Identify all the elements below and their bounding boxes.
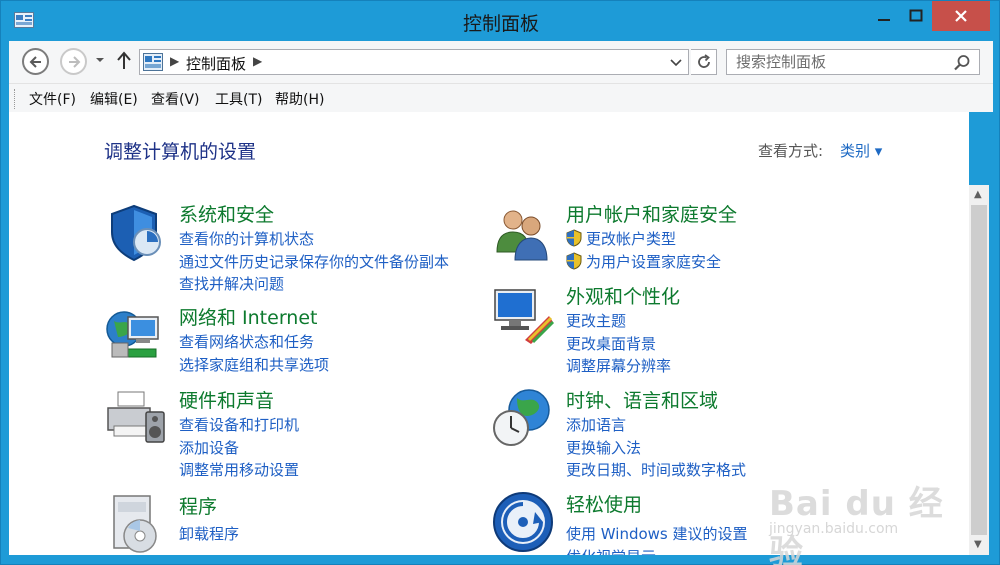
arrow-left-icon	[29, 55, 41, 68]
category-title-ease-of-access[interactable]: 轻松使用	[566, 490, 642, 517]
baidu-jingyan-watermark: Bai du 经验 jingyan.baidu.com	[761, 458, 961, 565]
link-family-safety[interactable]: 为用户设置家庭安全	[566, 251, 721, 272]
link-change-account-type-label: 更改帐户类型	[586, 230, 677, 248]
link-devices-printers[interactable]: 查看设备和打印机	[179, 414, 299, 435]
category-title-user-accounts[interactable]: 用户帐户和家庭安全	[566, 200, 737, 227]
ease-of-access-icon[interactable]	[491, 490, 555, 554]
link-homegroup-sharing[interactable]: 选择家庭组和共享选项	[179, 354, 329, 375]
navigation-bar: ▶ 控制面板 ▶	[9, 41, 993, 83]
link-desktop-background[interactable]: 更改桌面背景	[566, 333, 656, 354]
up-arrow-icon[interactable]	[116, 51, 132, 71]
category-title-system-security[interactable]: 系统和安全	[179, 200, 274, 227]
view-by-dropdown[interactable]: 类别 ▾	[840, 140, 882, 161]
breadcrumb-separator-icon[interactable]: ▶	[170, 54, 179, 68]
link-date-time-format[interactable]: 更改日期、时间或数字格式	[566, 459, 746, 480]
title-bar[interactable]: 控制面板	[1, 1, 1000, 39]
link-network-status[interactable]: 查看网络状态和任务	[179, 331, 314, 352]
search-input[interactable]	[736, 51, 946, 73]
uac-shield-icon	[566, 229, 582, 247]
maximize-icon	[909, 9, 923, 22]
link-change-account-type[interactable]: 更改帐户类型	[566, 228, 676, 249]
link-add-device[interactable]: 添加设备	[179, 437, 239, 458]
link-change-input-method[interactable]: 更换输入法	[566, 437, 641, 458]
network-globe-icon[interactable]	[104, 303, 168, 367]
link-change-theme[interactable]: 更改主题	[566, 310, 626, 331]
page-heading: 调整计算机的设置	[104, 141, 257, 163]
address-bar[interactable]: ▶ 控制面板 ▶	[139, 49, 689, 75]
menu-edit[interactable]: 编辑(E)	[90, 89, 138, 109]
link-windows-recommended-settings[interactable]: 使用 Windows 建议的设置	[566, 523, 748, 544]
forward-button[interactable]	[60, 48, 87, 75]
search-icon[interactable]	[953, 54, 971, 72]
monitor-palette-icon[interactable]	[491, 282, 555, 346]
breadcrumb-separator-icon[interactable]: ▶	[253, 54, 262, 68]
category-title-clock-region[interactable]: 时钟、语言和区域	[566, 386, 718, 413]
users-icon[interactable]	[491, 200, 555, 264]
scrollbar-thumb[interactable]	[971, 205, 987, 535]
link-optimize-visual-display[interactable]: 优化视觉显示	[566, 546, 656, 555]
clock-globe-icon[interactable]	[491, 386, 555, 450]
refresh-icon	[697, 54, 710, 68]
link-mobility-settings[interactable]: 调整常用移动设置	[179, 459, 299, 480]
watermark-url: jingyan.baidu.com	[769, 521, 899, 537]
category-title-network-internet[interactable]: 网络和 Internet	[179, 303, 317, 330]
shield-security-icon[interactable]	[104, 200, 168, 264]
recent-pages-chevron-icon[interactable]	[95, 55, 105, 65]
category-title-programs[interactable]: 程序	[179, 492, 217, 519]
link-family-safety-label: 为用户设置家庭安全	[586, 253, 722, 271]
control-panel-window: 控制面板 ▶ 控制面板 ▶ 搜索控制面板 文件(F) 编辑(E) 查看(V) 工…	[0, 0, 1000, 565]
link-file-history-backup[interactable]: 通过文件历史记录保存你的文件备份副本	[179, 251, 449, 272]
close-icon	[955, 10, 967, 22]
refresh-button[interactable]	[691, 49, 717, 75]
arrow-right-icon	[68, 55, 80, 68]
view-by-label: 查看方式:	[758, 142, 824, 160]
breadcrumb-control-panel[interactable]: 控制面板	[186, 53, 246, 74]
minimize-icon	[878, 19, 890, 21]
minimize-button[interactable]	[869, 1, 899, 31]
maximize-button[interactable]	[901, 1, 931, 31]
search-box[interactable]	[726, 49, 980, 75]
scroll-up-icon[interactable]: ▲	[974, 189, 982, 200]
menu-grip	[14, 89, 17, 109]
uac-shield-icon	[566, 252, 582, 270]
category-title-appearance[interactable]: 外观和个性化	[566, 282, 680, 309]
window-title: 控制面板	[462, 13, 539, 35]
menu-help[interactable]: 帮助(H)	[275, 89, 324, 109]
link-screen-resolution[interactable]: 调整屏幕分辨率	[566, 355, 671, 376]
control-panel-crumb-icon	[143, 53, 163, 71]
link-add-language[interactable]: 添加语言	[566, 414, 626, 435]
back-button[interactable]	[22, 48, 49, 75]
address-history-chevron-icon[interactable]	[669, 55, 683, 69]
close-button[interactable]	[932, 1, 990, 31]
menu-view[interactable]: 查看(V)	[151, 89, 200, 109]
category-title-hardware-sound[interactable]: 硬件和声音	[179, 386, 274, 413]
link-view-computer-status[interactable]: 查看你的计算机状态	[179, 228, 314, 249]
scroll-down-icon[interactable]: ▼	[974, 539, 982, 550]
menu-bar: 文件(F) 编辑(E) 查看(V) 工具(T) 帮助(H)	[9, 83, 993, 112]
programs-disc-icon[interactable]	[104, 492, 168, 555]
link-troubleshoot[interactable]: 查找并解决问题	[179, 273, 284, 294]
printer-speaker-icon[interactable]	[104, 386, 168, 450]
vertical-scrollbar[interactable]: ▲ ▼	[969, 185, 989, 555]
menu-file[interactable]: 文件(F)	[29, 89, 76, 109]
link-uninstall-program[interactable]: 卸载程序	[179, 523, 239, 544]
menu-tools[interactable]: 工具(T)	[215, 89, 262, 109]
